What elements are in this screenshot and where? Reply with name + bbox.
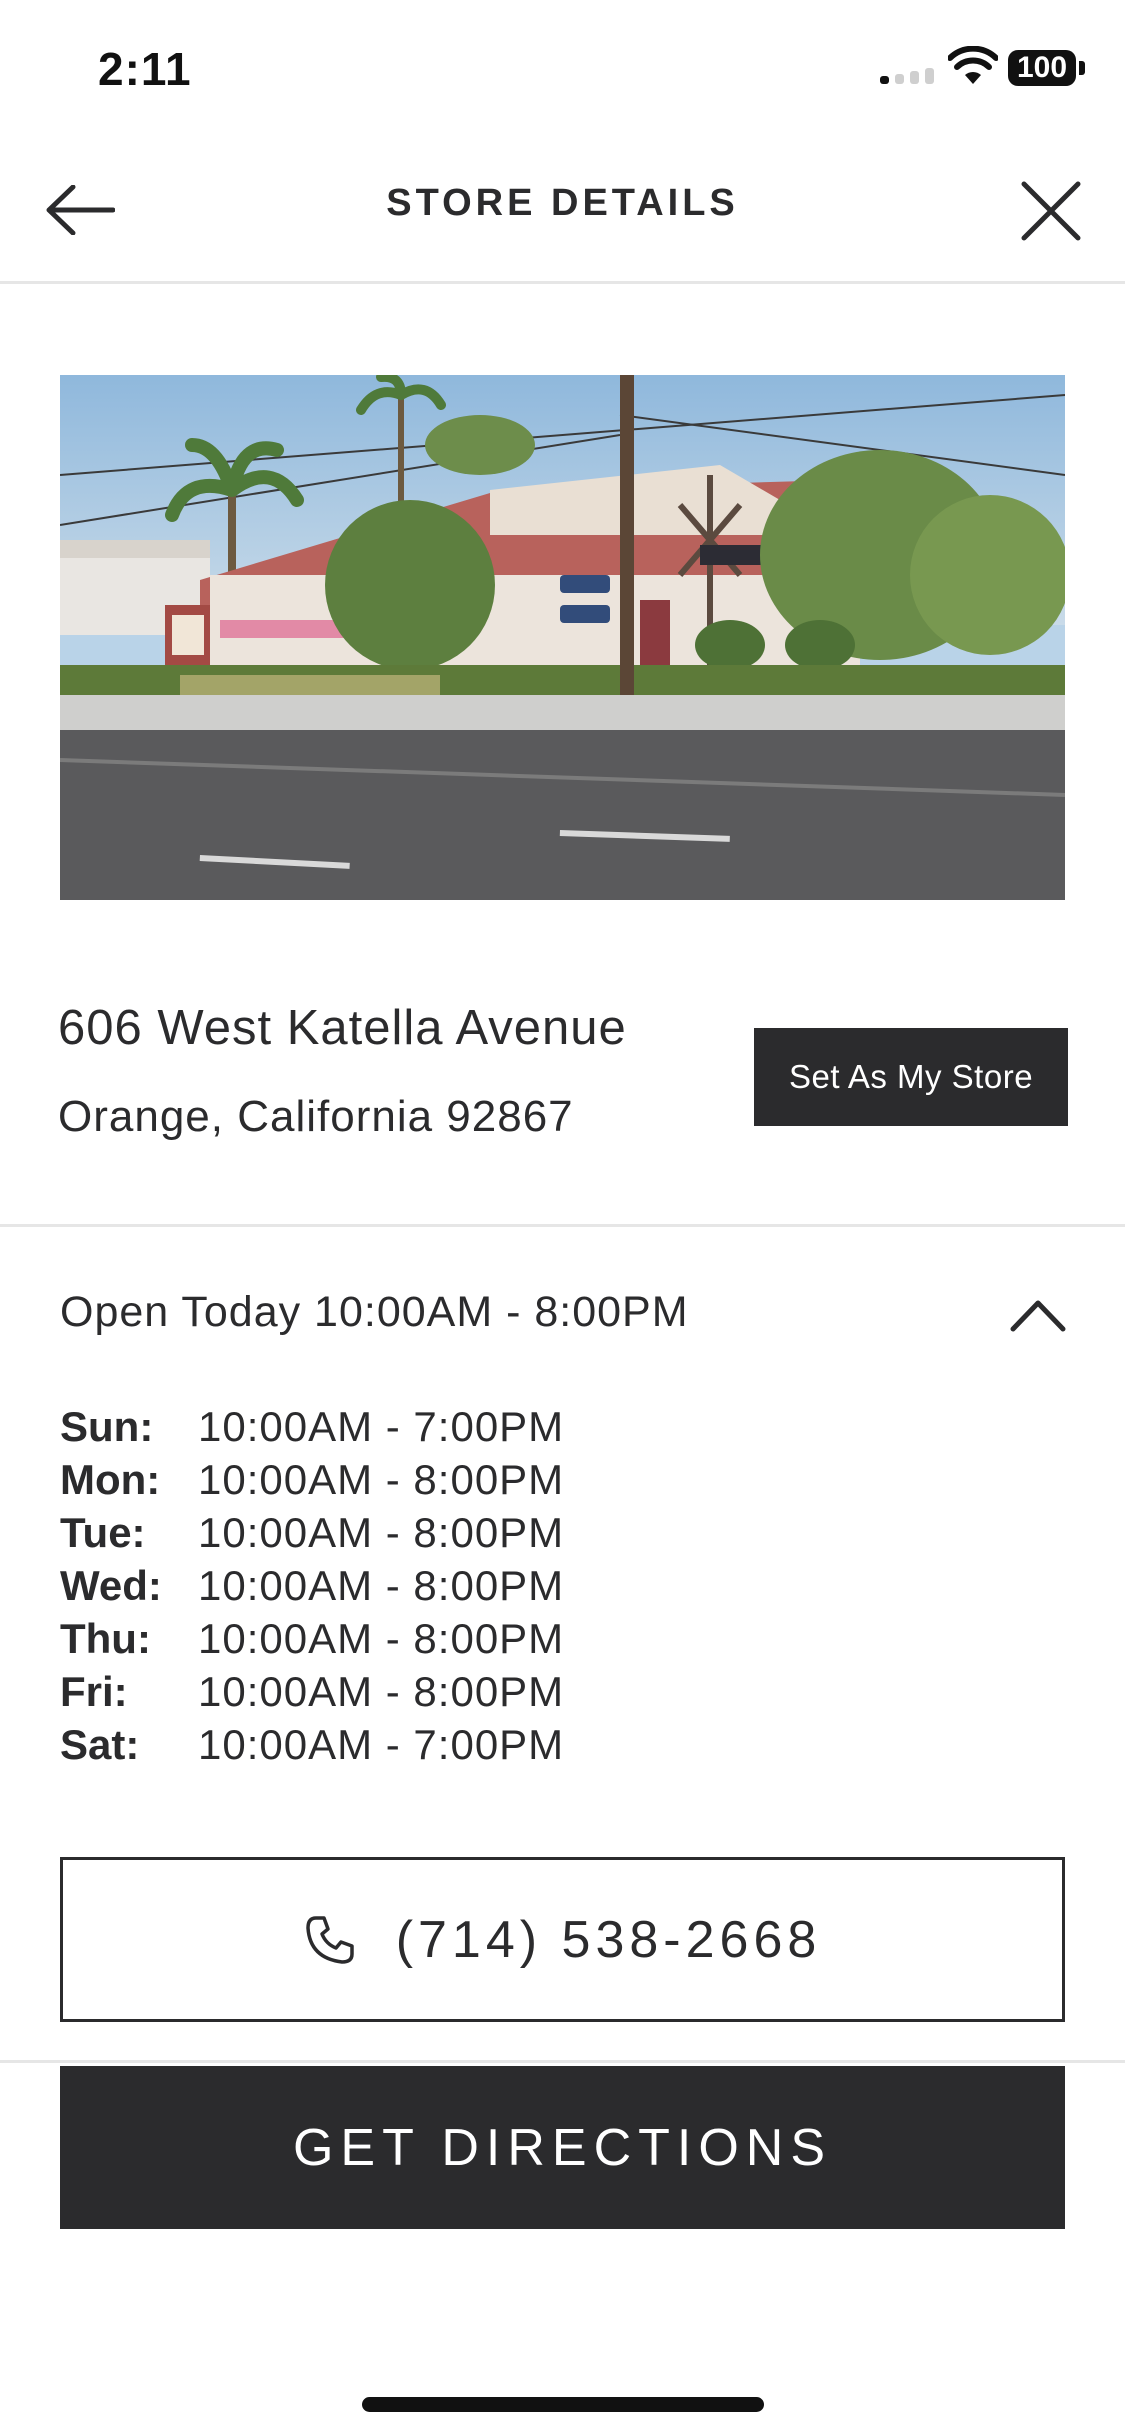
store-photo: [60, 375, 1065, 900]
hours-time: 10:00AM - 8:00PM: [198, 1561, 565, 1609]
store-phone-number: (714) 538-2668: [395, 1910, 822, 1969]
status-bar: 2:11 100: [0, 0, 1125, 140]
battery-cap: [1079, 61, 1085, 75]
section-divider: [0, 2060, 1125, 2063]
status-time: 2:11: [98, 43, 192, 95]
hours-day: Sun:: [60, 1402, 154, 1450]
hours-row-sun: Sun: 10:00AM - 7:00PM: [60, 1400, 564, 1453]
hours-row-tue: Tue: 10:00AM - 8:00PM: [60, 1506, 564, 1559]
hours-day: Thu:: [60, 1614, 151, 1662]
store-address-city: Orange, California 92867: [58, 1092, 574, 1141]
hours-day: Wed:: [60, 1561, 162, 1609]
set-as-my-store-button[interactable]: Set As My Store: [754, 1028, 1068, 1126]
chevron-up-icon: [1010, 1300, 1066, 1332]
store-hours-list: Sun: 10:00AM - 7:00PM Mon: 10:00AM - 8:0…: [60, 1400, 564, 1771]
hours-row-wed: Wed: 10:00AM - 8:00PM: [60, 1559, 564, 1612]
hours-time: 10:00AM - 7:00PM: [198, 1402, 565, 1450]
section-divider: [0, 1224, 1125, 1227]
hours-day: Mon:: [60, 1455, 161, 1503]
close-button[interactable]: [1010, 170, 1092, 252]
wifi-icon: [948, 46, 998, 84]
hours-time: 10:00AM - 8:00PM: [198, 1614, 565, 1662]
hours-day: Tue:: [60, 1508, 146, 1556]
get-directions-button[interactable]: GET DIRECTIONS: [60, 2066, 1065, 2229]
hours-day: Fri:: [60, 1667, 128, 1715]
hours-time: 10:00AM - 7:00PM: [198, 1720, 565, 1768]
close-icon: [1021, 181, 1081, 241]
open-today-text: Open Today 10:00AM - 8:00PM: [60, 1288, 689, 1336]
call-store-button[interactable]: (714) 538-2668: [60, 1857, 1065, 2022]
store-address-street: 606 West Katella Avenue: [58, 1001, 627, 1055]
home-indicator: [362, 2397, 764, 2412]
hours-time: 10:00AM - 8:00PM: [198, 1455, 565, 1503]
battery-icon: 100: [1008, 50, 1076, 86]
header-bar: STORE DETAILS: [0, 140, 1125, 284]
cellular-signal-icon: [880, 68, 936, 84]
hours-row-sat: Sat: 10:00AM - 7:00PM: [60, 1718, 564, 1771]
hours-row-thu: Thu: 10:00AM - 8:00PM: [60, 1612, 564, 1665]
hours-time: 10:00AM - 8:00PM: [198, 1667, 565, 1715]
hours-row-fri: Fri: 10:00AM - 8:00PM: [60, 1665, 564, 1718]
page-title: STORE DETAILS: [386, 182, 739, 224]
collapse-hours-button[interactable]: [1005, 1282, 1071, 1348]
phone-icon: [305, 1915, 354, 1964]
hours-row-mon: Mon: 10:00AM - 8:00PM: [60, 1453, 564, 1506]
hours-time: 10:00AM - 8:00PM: [198, 1508, 565, 1556]
hours-day: Sat:: [60, 1720, 140, 1768]
